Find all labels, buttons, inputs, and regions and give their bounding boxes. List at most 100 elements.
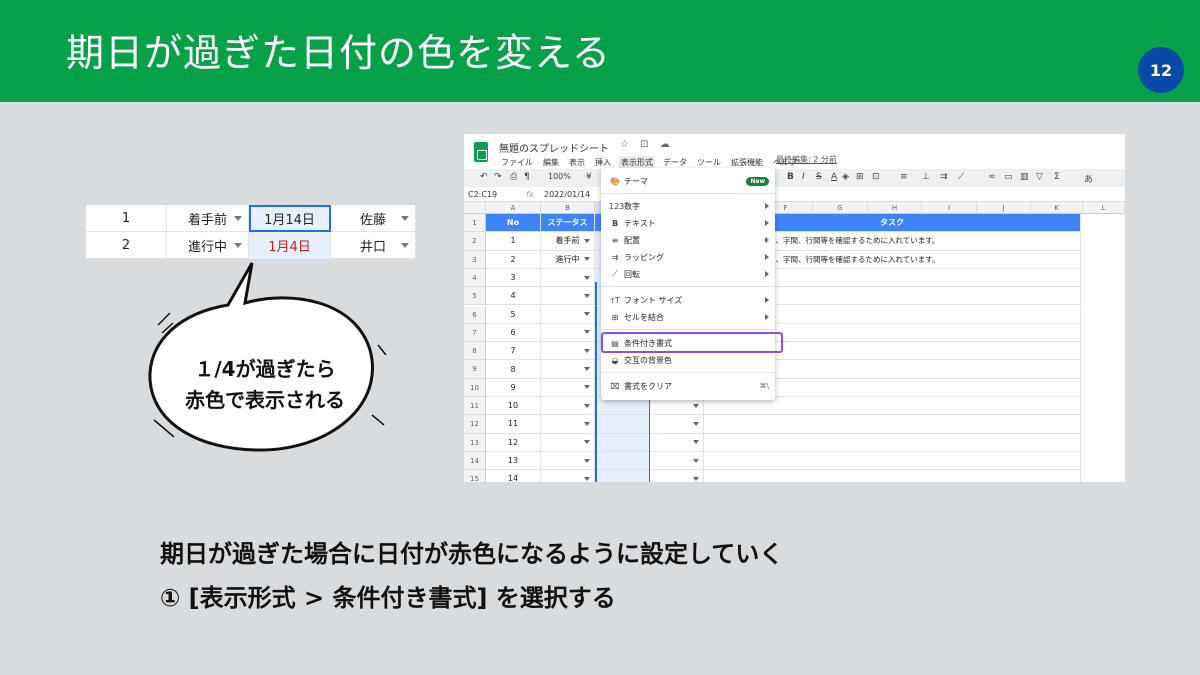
status-cell[interactable] xyxy=(541,287,595,306)
person-cell[interactable] xyxy=(650,415,704,434)
row-number[interactable]: 10 xyxy=(464,378,486,397)
name-box[interactable]: C2:C19 xyxy=(468,190,497,199)
row-number[interactable]: 13 xyxy=(464,433,486,452)
dropdown-arrow-icon[interactable] xyxy=(584,238,590,243)
status-cell[interactable] xyxy=(541,415,595,434)
currency-button[interactable]: ¥ xyxy=(586,172,592,182)
dropdown-arrow-icon[interactable] xyxy=(234,216,242,221)
dropdown-arrow-icon[interactable] xyxy=(693,421,699,426)
dropdown-arrow-icon[interactable] xyxy=(401,216,409,221)
dropdown-arrow-icon[interactable] xyxy=(693,476,699,481)
status-cell[interactable] xyxy=(541,451,595,471)
dropdown-arrow-icon[interactable] xyxy=(584,293,590,298)
dropdown-arrow-icon[interactable] xyxy=(584,348,590,353)
link-icon[interactable]: ∞ xyxy=(988,172,996,182)
no-cell[interactable]: 13 xyxy=(486,451,541,471)
dropdown-arrow-icon[interactable] xyxy=(584,312,590,317)
task-cell[interactable] xyxy=(704,451,1081,471)
row-number[interactable]: 15 xyxy=(464,470,486,482)
menu-item-text[interactable]: B テキスト xyxy=(601,215,775,231)
status-cell[interactable] xyxy=(541,323,595,343)
status-cell[interactable]: 着手前 xyxy=(541,232,595,251)
person-cell[interactable] xyxy=(650,470,704,482)
corner-cell[interactable] xyxy=(464,202,486,214)
no-cell[interactable]: 5 xyxy=(486,305,541,324)
status-cell[interactable] xyxy=(541,305,595,324)
person-cell[interactable] xyxy=(650,433,704,452)
status-cell[interactable]: 進行中 xyxy=(541,250,595,269)
row-number[interactable]: 1 xyxy=(464,214,486,233)
undo-icon[interactable]: ↶ xyxy=(480,172,488,182)
row-number[interactable]: 5 xyxy=(464,287,486,306)
chart-icon[interactable]: ▥ xyxy=(1020,172,1029,182)
task-cell[interactable] xyxy=(704,433,1081,452)
menu-item-merge-cells[interactable]: ⊞ セルを結合 xyxy=(601,309,775,325)
row-number[interactable]: 8 xyxy=(464,342,486,361)
no-cell[interactable]: 6 xyxy=(486,323,541,343)
menu-item-number[interactable]: 123 数字 xyxy=(601,198,775,214)
person-cell[interactable] xyxy=(650,451,704,471)
align-vertical-icon[interactable]: ⊥ xyxy=(922,172,930,182)
column-header[interactable]: H xyxy=(868,202,922,214)
menu-item-wrapping[interactable]: ⇉ ラッピング xyxy=(601,249,775,265)
row-number[interactable]: 6 xyxy=(464,305,486,324)
dropdown-arrow-icon[interactable] xyxy=(234,243,242,248)
fill-color-icon[interactable]: ◈ xyxy=(842,172,849,182)
no-cell[interactable]: 14 xyxy=(486,470,541,482)
dropdown-arrow-icon[interactable] xyxy=(584,367,590,372)
zoom-select[interactable]: 100% xyxy=(548,172,571,181)
column-header[interactable]: A xyxy=(486,202,541,214)
no-cell[interactable]: 9 xyxy=(486,378,541,397)
function-icon[interactable]: Σ xyxy=(1054,172,1060,182)
strikethrough-icon[interactable]: S xyxy=(816,172,822,182)
column-header[interactable]: I xyxy=(922,202,977,214)
redo-icon[interactable]: ↷ xyxy=(494,172,502,182)
person-cell[interactable]: 佐藤 xyxy=(331,205,416,232)
menu-item-rotation[interactable]: ⟋ 回転 xyxy=(601,266,775,282)
input-tools-button[interactable]: あ xyxy=(1084,172,1093,185)
row-number[interactable]: 11 xyxy=(464,397,486,416)
menu-item-alternating-colors[interactable]: ◒ 交互の背景色 xyxy=(601,352,775,368)
dropdown-arrow-icon[interactable] xyxy=(584,458,590,463)
merge-cells-icon[interactable]: ⊡ xyxy=(872,172,880,182)
dropdown-arrow-icon[interactable] xyxy=(693,458,699,463)
task-cell[interactable] xyxy=(704,470,1081,482)
menu-edit[interactable]: 編集 xyxy=(541,156,561,169)
no-header-cell[interactable]: No xyxy=(486,214,541,233)
rotate-icon[interactable]: ⟋ xyxy=(958,172,964,182)
print-icon[interactable]: ⎙ xyxy=(510,172,517,182)
formula-input[interactable]: 2022/01/14 xyxy=(544,190,590,199)
column-header[interactable]: G xyxy=(813,202,868,214)
dropdown-arrow-icon[interactable] xyxy=(401,243,409,248)
dropdown-arrow-icon[interactable] xyxy=(584,476,590,481)
no-cell[interactable]: 12 xyxy=(486,433,541,452)
no-cell[interactable]: 11 xyxy=(486,415,541,434)
dropdown-arrow-icon[interactable] xyxy=(584,275,590,280)
dropdown-arrow-icon[interactable] xyxy=(584,403,590,408)
no-cell[interactable]: 8 xyxy=(486,360,541,379)
dropdown-arrow-icon[interactable] xyxy=(584,421,590,426)
column-header[interactable]: L xyxy=(1083,202,1125,214)
menu-view[interactable]: 表示 xyxy=(567,156,587,169)
sheets-logo-icon[interactable] xyxy=(474,142,488,162)
filter-icon[interactable]: ▽ xyxy=(1036,172,1043,182)
column-header[interactable]: K xyxy=(1031,202,1083,214)
align-horizontal-icon[interactable]: ≡ xyxy=(900,172,908,182)
comment-icon[interactable]: ▭ xyxy=(1004,172,1013,182)
dropdown-arrow-icon[interactable] xyxy=(693,440,699,445)
row-number[interactable]: 7 xyxy=(464,323,486,343)
row-number[interactable]: 4 xyxy=(464,268,486,288)
text-color-icon[interactable]: A xyxy=(831,172,837,182)
dropdown-arrow-icon[interactable] xyxy=(584,330,590,335)
status-cell[interactable] xyxy=(541,397,595,416)
status-cell[interactable]: 着手前 xyxy=(167,205,249,232)
star-folder-cloud-icons[interactable]: ☆ ⊡ ☁ xyxy=(620,139,674,150)
dropdown-arrow-icon[interactable] xyxy=(693,403,699,408)
row-number[interactable]: 2 xyxy=(464,232,486,251)
status-cell[interactable] xyxy=(541,360,595,379)
row-number[interactable]: 14 xyxy=(464,451,486,471)
dropdown-arrow-icon[interactable] xyxy=(584,440,590,445)
status-cell[interactable] xyxy=(541,268,595,288)
status-cell[interactable] xyxy=(541,378,595,397)
column-header[interactable]: B xyxy=(541,202,595,214)
